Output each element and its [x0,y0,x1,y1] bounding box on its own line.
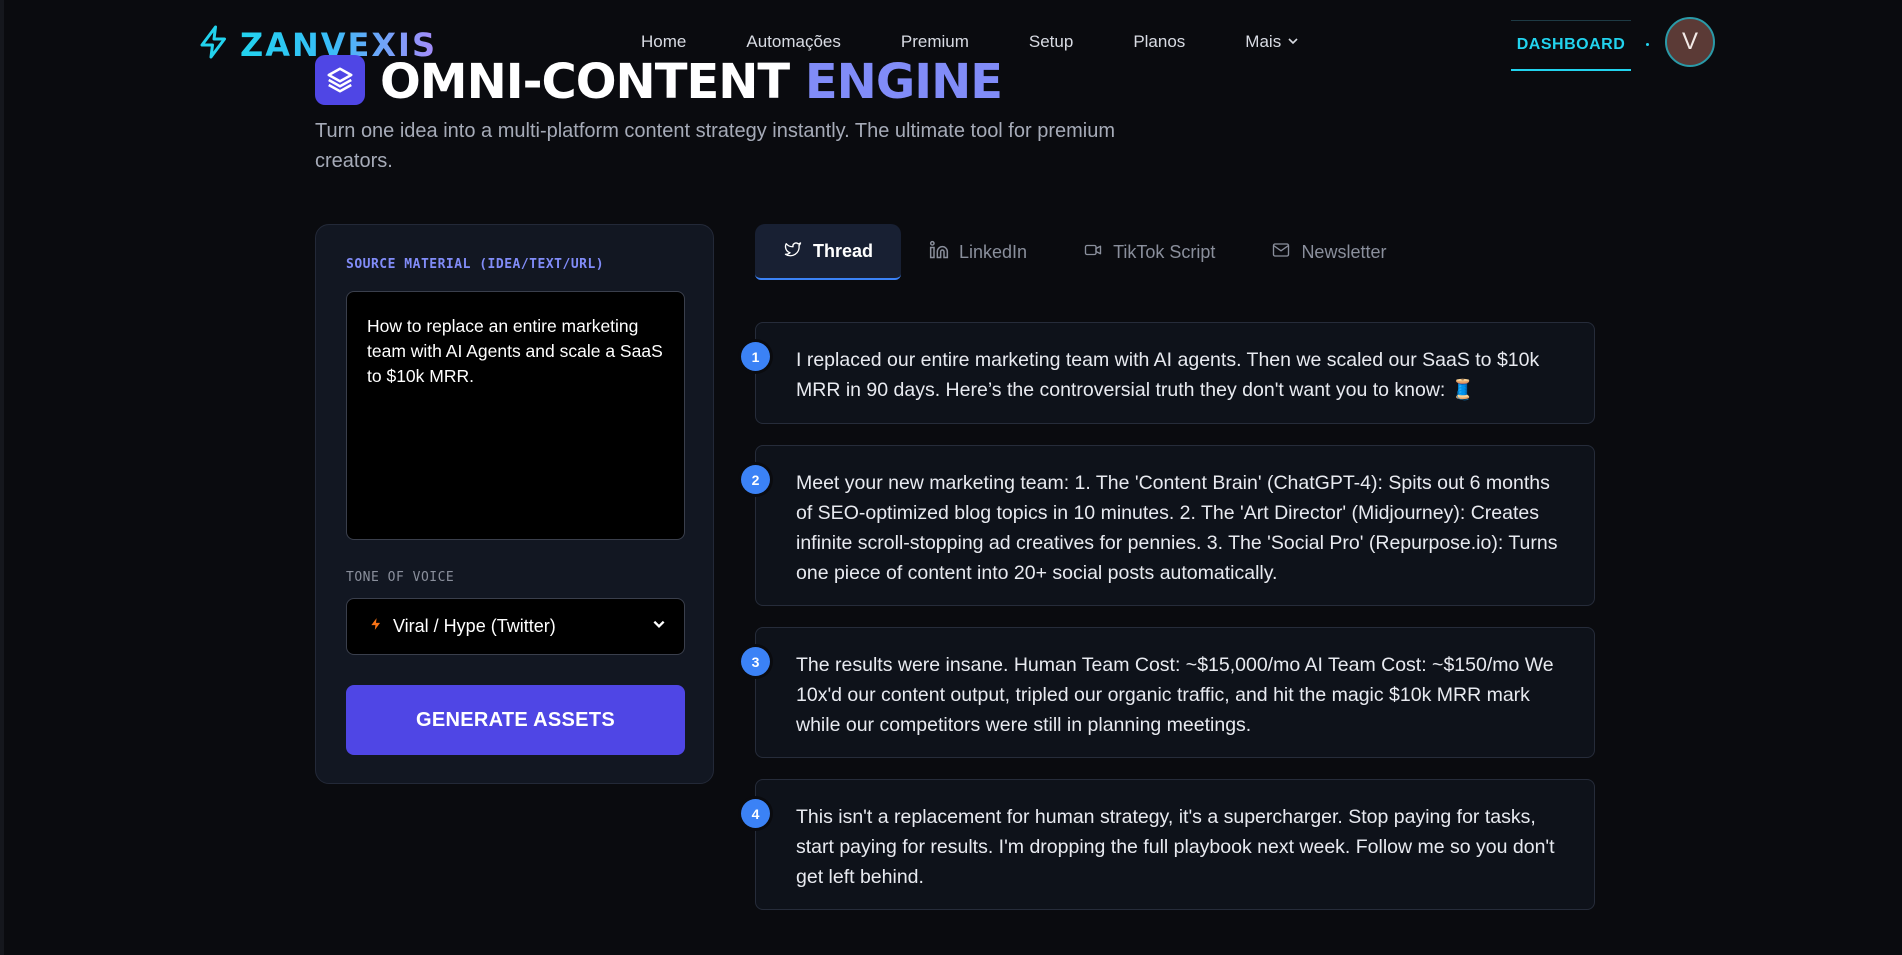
tab-linkedin[interactable]: LinkedIn [901,224,1055,280]
avatar[interactable]: V [1665,17,1715,67]
thread-post: 3 The results were insane. Human Team Co… [741,627,1595,758]
tab-label: TikTok Script [1113,241,1216,262]
divider-dot [1646,43,1649,46]
nav-link-planos[interactable]: Planos [1133,32,1185,52]
post-text: The results were insane. Human Team Cost… [796,654,1554,736]
page-title: OMNI-CONTENT ENGINE [380,52,1003,112]
nav-link-premium[interactable]: Premium [901,32,969,52]
layers-icon [315,55,365,105]
tone-label: TONE OF VOICE [346,570,455,585]
bolt-icon [196,22,232,67]
tab-newsletter[interactable]: Newsletter [1243,224,1414,280]
post-number-badge: 4 [741,799,770,828]
nav-more-menu[interactable]: Mais [1245,32,1299,52]
nav-link-automacoes[interactable]: Automações [746,32,841,52]
tab-label: Thread [813,240,874,261]
source-panel: SOURCE MATERIAL (IDEA/TEXT/URL) How to r… [315,224,714,784]
post-text: This isn't a replacement for human strat… [796,806,1555,888]
page-title-part2: ENGINE [804,54,1003,110]
mail-icon [1271,241,1291,264]
window-edge [0,0,4,955]
post-number-badge: 2 [741,465,770,494]
video-icon [1083,241,1103,264]
linkedin-icon [929,240,949,265]
chevron-down-icon [1287,32,1299,52]
nav-links: Home Automações Premium Setup Planos Mai… [641,32,1359,52]
page-subtitle: Turn one idea into a multi-platform cont… [315,120,1115,172]
chevron-down-icon [652,617,666,636]
thread-post: 4 This isn't a replacement for human str… [741,779,1595,910]
tab-label: Newsletter [1301,241,1387,262]
platform-tabs: Thread LinkedIn TikTok Script Newsletter [755,224,1414,282]
tone-select-value: Viral / Hype (Twitter) [393,616,556,636]
bolt-icon [369,615,383,638]
post-number-badge: 3 [741,647,770,676]
source-input[interactable]: How to replace an entire marketing team … [346,291,685,540]
tab-tiktok-script[interactable]: TikTok Script [1055,224,1243,280]
post-number-badge: 1 [741,342,770,371]
thread-post: 1 I replaced our entire marketing team w… [741,322,1595,424]
tone-select[interactable]: Viral / Hype (Twitter) [346,598,685,655]
tab-label: LinkedIn [959,241,1028,262]
post-text: I replaced our entire marketing team wit… [796,349,1540,401]
post-text: Meet your new marketing team: 1. The 'Co… [796,472,1558,584]
dashboard-button[interactable]: DASHBOARD [1511,20,1631,71]
tab-thread[interactable]: Thread [755,224,902,280]
nav-link-home[interactable]: Home [641,32,686,52]
thread-post: 2 Meet your new marketing team: 1. The '… [741,445,1595,606]
nav-link-setup[interactable]: Setup [1029,32,1073,52]
twitter-icon [783,240,803,263]
page-title-part1: OMNI-CONTENT [380,54,790,110]
source-label: SOURCE MATERIAL (IDEA/TEXT/URL) [346,257,605,272]
generate-assets-button[interactable]: GENERATE ASSETS [346,685,685,755]
nav-more-label: Mais [1245,32,1282,51]
